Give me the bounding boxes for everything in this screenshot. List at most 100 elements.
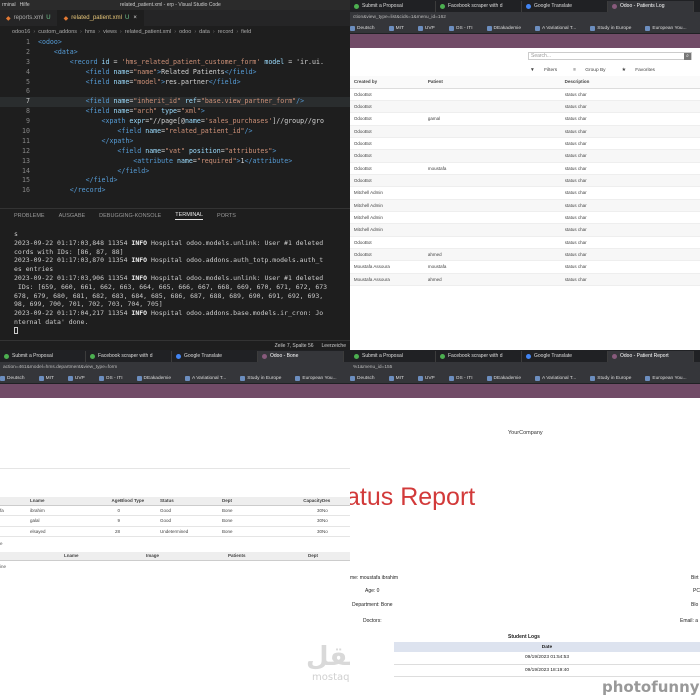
browser-tab[interactable]: Submit a Proposal (0, 350, 86, 362)
column-header[interactable]: Created by (353, 76, 428, 89)
column-header[interactable]: Image (146, 552, 228, 561)
column-header[interactable] (0, 497, 30, 506)
table-row[interactable]: OdooBot status char (350, 125, 700, 138)
browser-tab[interactable]: Google Translate (172, 350, 258, 362)
column-header[interactable]: Blood Type (120, 497, 160, 506)
code-line[interactable]: 1 <odoo> (0, 38, 350, 48)
bookmark[interactable]: MIT (388, 25, 411, 31)
code-line[interactable]: 5 <field name="model">res.partner</field… (0, 78, 350, 88)
bookmark[interactable]: European You... (645, 375, 693, 381)
table-row[interactable]: fa ibrahim 0 Good Bone 30 No (0, 505, 350, 516)
bookmark[interactable]: DEakademie (136, 375, 178, 381)
table-row[interactable]: OdooBot status char (350, 137, 700, 151)
bookmark[interactable]: A Variational T... (535, 25, 583, 31)
table-row[interactable]: OdooBot ahmed status char (350, 248, 700, 262)
breadcrumb-item[interactable]: views (103, 29, 117, 35)
bookmark[interactable]: European You... (645, 25, 693, 31)
table-row[interactable]: Moustafa Assoura ahmed status char (350, 273, 700, 287)
breadcrumb-item[interactable]: hms (85, 29, 95, 35)
browser-tab[interactable]: Odoo - Patient Report (608, 350, 694, 362)
browser-tab[interactable]: Google Translate (522, 0, 608, 12)
code-line[interactable]: 3 <record id = 'hms_related_patient_cust… (0, 58, 350, 68)
bookmark[interactable]: UVP (417, 25, 442, 31)
table-row[interactable]: OdooBot status char (350, 100, 700, 114)
table-row[interactable]: OdooBot moustafa status char (350, 162, 700, 175)
bookmark[interactable]: Deutsch (350, 375, 382, 381)
table-row[interactable]: Mitchell Admin status char (350, 199, 700, 212)
add-line-link-2[interactable]: ine (0, 561, 350, 569)
breadcrumb-item[interactable]: field (241, 29, 251, 35)
browser-tab[interactable]: Submit a Proposal (350, 0, 436, 12)
bookmark[interactable]: Study in Europe (240, 375, 288, 381)
bookmark[interactable]: OS - ITI (448, 375, 480, 381)
breadcrumb-item[interactable]: odoo16 (12, 29, 30, 35)
column-header[interactable]: Des (322, 497, 350, 506)
bookmark[interactable]: Study in Europe (590, 375, 638, 381)
bookmark[interactable]: MIT (388, 375, 411, 381)
search-input[interactable]: Search... ⌕ (528, 52, 692, 60)
editor-tab[interactable]: ◆ reports.xml U (0, 10, 58, 26)
browser-tab[interactable]: Odoo - Patients Log (608, 0, 694, 12)
code-line[interactable]: 4 <field name="name">Related Patients</f… (0, 68, 350, 78)
table-row[interactable]: elsayed 28 Undetermined Bone 30 No (0, 526, 350, 537)
filter-button[interactable]: ≡ Group By (573, 68, 613, 73)
bookmark[interactable]: UVP (417, 375, 442, 381)
code-line[interactable]: 11 </xpath> (0, 137, 350, 147)
table-row[interactable]: OdooBot status char (350, 149, 700, 163)
cursor-position[interactable]: Zeile 7, Spalte 56 (275, 343, 314, 349)
breadcrumb-item[interactable]: data (199, 29, 210, 35)
panel-tab[interactable]: PROBLEME (14, 213, 45, 219)
code-line[interactable]: 7 <field name="inherit_id" ref="base.vie… (0, 97, 350, 108)
table-row[interactable]: Mitchell Admin status char (350, 211, 700, 225)
code-line[interactable]: 15 </field> (0, 176, 350, 186)
browser-tab[interactable]: Facebook scraper with d (436, 0, 522, 12)
filter-button[interactable]: ★ Favorites (622, 68, 663, 73)
column-header[interactable]: Dept (308, 552, 350, 561)
table-row[interactable]: OdooBot status char (350, 174, 700, 188)
code-line[interactable]: 13 <attribute name="required">1</attribu… (0, 157, 350, 167)
bookmark[interactable]: UVP (67, 375, 92, 381)
column-header[interactable]: Patients (228, 552, 308, 561)
terminal-output[interactable]: s 2023-09-22 01:17:03,848 11354 INFO Hosp… (14, 230, 350, 336)
bookmark[interactable]: European You... (295, 375, 343, 381)
bookmark[interactable]: Deutsch (0, 375, 32, 381)
column-header[interactable]: Lname (30, 497, 90, 506)
panel-tab[interactable]: PORTS (217, 213, 236, 219)
editor-tab[interactable]: ◆ related_patient.xml U × (57, 10, 144, 26)
breadcrumb-item[interactable]: related_patient.xml (125, 29, 171, 35)
bookmark[interactable]: OS - ITI (448, 25, 480, 31)
code-line[interactable]: 14 </field> (0, 167, 350, 177)
bookmark[interactable]: Deutsch (350, 25, 382, 31)
code-line[interactable]: 12 <field name="vat" position="attribute… (0, 147, 350, 157)
url-bar[interactable]: action=461&model=hms.department&view_typ… (0, 362, 350, 373)
column-header[interactable]: Age (90, 497, 120, 506)
column-header[interactable]: Lname (64, 552, 146, 561)
bookmark[interactable]: DEakademie (486, 25, 528, 31)
search-icon[interactable]: ⌕ (684, 52, 691, 60)
browser-tab[interactable]: Facebook scraper with d (436, 350, 522, 362)
column-header[interactable]: Status (160, 497, 222, 506)
table-row[interactable]: OdooBot status char (350, 88, 700, 101)
code-line[interactable]: 2 <data> (0, 48, 350, 58)
indentation-status[interactable]: Leerzeiche (322, 343, 346, 349)
url-bar[interactable]: ction&view_type=list&cids=1&menu_id=162 (350, 12, 700, 23)
bookmark[interactable]: MIT (38, 375, 61, 381)
table-row[interactable]: OdooBot gamal status char (350, 112, 700, 126)
code-line[interactable]: 8 <field name="arch" type="xml"> (0, 107, 350, 117)
table-row[interactable]: Moustafa Assoura moustafa status char (350, 260, 700, 274)
bookmark[interactable]: A Variational T... (535, 375, 583, 381)
bookmark[interactable]: OS - ITI (98, 375, 130, 381)
bookmark[interactable]: A Variational T... (185, 375, 233, 381)
code-line[interactable]: 6 (0, 87, 350, 97)
column-header[interactable]: Description (564, 76, 700, 89)
breadcrumb-item[interactable]: odoo (179, 29, 191, 35)
browser-tab[interactable]: Submit a Proposal (350, 350, 436, 362)
url-bar[interactable]: %1&menu_id=155 (350, 362, 700, 373)
column-header[interactable]: Capacity (282, 497, 322, 506)
menu-item[interactable]: rminal (2, 2, 16, 8)
code-line[interactable]: 16 </record> (0, 186, 350, 196)
breadcrumb-item[interactable]: record (218, 29, 234, 35)
add-line-link[interactable]: e (0, 537, 350, 551)
close-icon[interactable]: × (133, 15, 137, 21)
bookmark[interactable]: DEakademie (486, 375, 528, 381)
